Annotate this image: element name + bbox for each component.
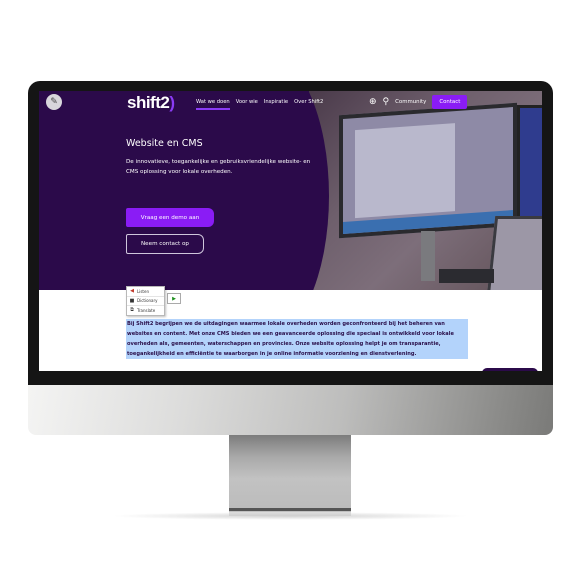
header-utilities: ⊕ ⚲ Community Contact (369, 95, 468, 109)
tts-label: Listen (137, 288, 149, 294)
hero-curve (219, 91, 329, 290)
tts-menu-item-listen[interactable]: ◀ Listen (127, 287, 164, 297)
monitor-screen: ✎ shift2) Wat we doen Voor wie Inspirati… (39, 91, 542, 371)
accessibility-icon[interactable]: ⊕ (369, 97, 377, 107)
photo-laptop (486, 216, 542, 290)
tts-label: Translate (137, 307, 156, 313)
monitor-stand-base (229, 508, 351, 516)
logo-paren: ) (169, 93, 175, 112)
edit-button[interactable]: ✎ (46, 94, 62, 110)
hero-description: De innovatieve, toegankelijke en gebruik… (126, 159, 311, 175)
hero-section: ✎ shift2) Wat we doen Voor wie Inspirati… (39, 91, 542, 290)
main-nav: Wat we doen Voor wie Inspiratie Over Shi… (196, 99, 323, 110)
text-to-speech-menu: ◀ Listen ■ Dictionary ⧉ Translate (126, 286, 165, 316)
intro-paragraph: Bij Shift2 begrijpen we de uitdagingen w… (126, 319, 468, 359)
photo-monitor (339, 102, 517, 239)
monitor-stand (229, 435, 351, 508)
search-icon[interactable]: ⚲ (383, 97, 390, 107)
photo-monitor-stand (421, 231, 435, 281)
contact-button[interactable]: Contact (432, 95, 468, 109)
tts-menu-item-translate[interactable]: ⧉ Translate (127, 306, 164, 315)
nav-item-voor-wie[interactable]: Voor wie (236, 99, 258, 110)
dictionary-icon: ■ (129, 297, 135, 304)
tts-label: Dictionary (137, 298, 158, 304)
speaker-icon: ◀ (130, 288, 134, 295)
photo-keyboard (439, 269, 494, 283)
nav-item-wat-we-doen[interactable]: Wat we doen (196, 99, 230, 110)
tts-menu-item-dictionary[interactable]: ■ Dictionary (127, 297, 164, 306)
tts-play-button[interactable]: ▶ (167, 293, 181, 304)
logo-text: shift2 (127, 93, 170, 112)
site-logo[interactable]: shift2) (127, 93, 175, 113)
translate-icon: ⧉ (130, 307, 134, 314)
monitor-bezel: ✎ shift2) Wat we doen Voor wie Inspirati… (28, 81, 553, 385)
contact-us-button[interactable]: Neem contact op (126, 234, 204, 254)
nav-item-over-shift2[interactable]: Over Shift2 (294, 99, 323, 110)
request-demo-button[interactable]: Vraag een demo aan (126, 208, 214, 227)
photo-monitor-2 (517, 105, 542, 221)
monitor-chin (28, 385, 553, 435)
hero-title: Website en CMS (126, 138, 203, 149)
floating-tab[interactable] (482, 368, 538, 371)
play-icon: ▶ (172, 295, 176, 302)
pencil-icon: ✎ (50, 97, 58, 107)
community-link[interactable]: Community (395, 99, 426, 105)
nav-item-inspiratie[interactable]: Inspiratie (264, 99, 288, 110)
